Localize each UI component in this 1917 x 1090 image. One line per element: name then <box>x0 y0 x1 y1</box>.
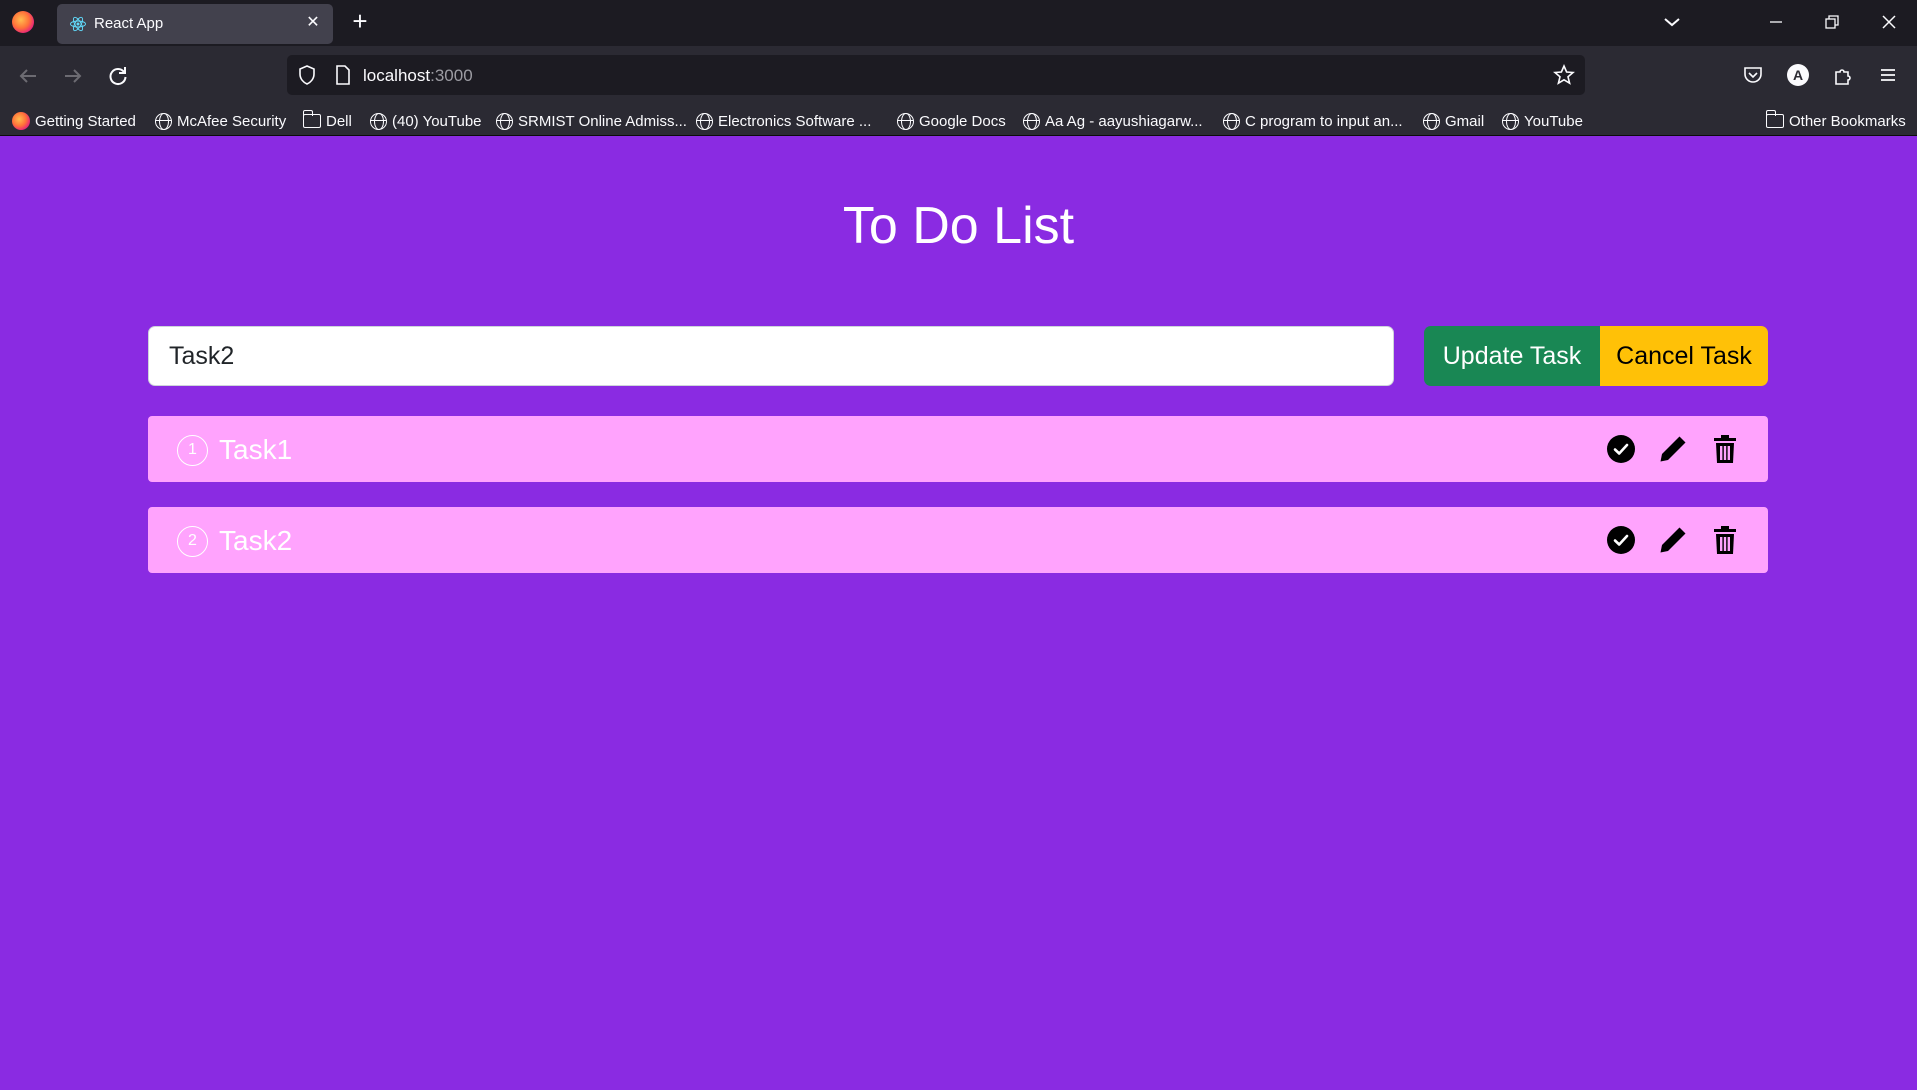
task-text: Task2 <box>219 525 293 556</box>
globe-icon <box>1423 112 1440 130</box>
bookmark-c-program[interactable]: C program to input an... <box>1223 110 1403 132</box>
pocket-icon[interactable] <box>1742 64 1764 86</box>
globe-icon <box>155 112 172 130</box>
cancel-task-button[interactable]: Cancel Task <box>1600 326 1768 386</box>
task-row: 2 Task2 <box>148 507 1768 573</box>
firefox-icon <box>12 112 30 130</box>
url-bar[interactable] <box>287 55 1585 95</box>
firefox-icon[interactable] <box>12 11 34 33</box>
bookmark-youtube[interactable]: YouTube <box>1502 110 1583 132</box>
bookmark-label: Getting Started <box>35 112 136 130</box>
reload-icon[interactable] <box>104 62 132 90</box>
bookmark-getting-started[interactable]: Getting Started <box>12 110 136 132</box>
globe-icon <box>696 112 713 130</box>
bookmark-dell[interactable]: Dell <box>302 110 352 132</box>
globe-icon <box>1223 112 1240 130</box>
bookmark-google-docs[interactable]: Google Docs <box>897 110 1006 132</box>
tab-strip: React App ✕ + <box>0 0 1917 46</box>
folder-icon <box>302 110 321 128</box>
task-number-badge: 2 <box>177 526 208 557</box>
bookmark-other-bookmarks[interactable]: Other Bookmarks <box>1765 110 1906 132</box>
page-icon[interactable] <box>332 64 354 86</box>
bookmark-label: Google Docs <box>919 112 1006 130</box>
folder-icon <box>1765 110 1784 128</box>
forward-icon[interactable] <box>59 62 87 90</box>
url-port: :3000 <box>430 66 473 85</box>
minimize-icon[interactable] <box>1762 8 1790 36</box>
account-avatar[interactable]: A <box>1787 64 1809 86</box>
globe-icon <box>1502 112 1519 130</box>
globe-icon <box>370 112 387 130</box>
task-input[interactable] <box>148 326 1394 386</box>
new-tab-icon[interactable]: + <box>348 8 372 34</box>
shield-icon[interactable] <box>296 64 318 86</box>
star-bookmark-icon[interactable] <box>1553 64 1575 86</box>
url-host: localhost <box>363 66 431 85</box>
restore-icon[interactable] <box>1818 8 1846 36</box>
bookmark-label: SRMIST Online Admiss... <box>518 112 687 130</box>
bookmark-label: Gmail <box>1445 112 1485 130</box>
trash-icon[interactable] <box>1710 434 1740 464</box>
page-title: To Do List <box>842 197 1075 255</box>
task-text: Task1 <box>219 434 293 465</box>
trash-icon[interactable] <box>1710 525 1740 555</box>
check-circle-icon[interactable] <box>1606 525 1636 555</box>
account-initial: A <box>1792 67 1804 83</box>
react-icon <box>70 16 86 32</box>
bookmark-mcafee-security[interactable]: McAfee Security <box>155 110 286 132</box>
bookmark-label: C program to input an... <box>1245 112 1403 130</box>
globe-icon <box>897 112 914 130</box>
tab-title: React App <box>94 15 164 32</box>
task-number-badge: 1 <box>177 435 208 466</box>
pencil-icon[interactable] <box>1658 525 1688 555</box>
bookmark-electronics-software[interactable]: Electronics Software ... <box>696 110 871 132</box>
close-window-icon[interactable] <box>1875 8 1903 36</box>
bookmark-label: Other Bookmarks <box>1789 112 1906 130</box>
list-all-tabs-icon[interactable] <box>1658 8 1686 36</box>
task-row: 1 Task1 <box>148 416 1768 482</box>
close-tab-icon[interactable]: ✕ <box>303 13 323 33</box>
bookmark-gmail[interactable]: Gmail <box>1423 110 1484 132</box>
hamburger-menu-icon[interactable] <box>1877 64 1899 86</box>
pencil-icon[interactable] <box>1658 434 1688 464</box>
bookmark-label: McAfee Security <box>177 112 287 130</box>
bookmark-srmist[interactable]: SRMIST Online Admiss... <box>496 110 687 132</box>
globe-icon <box>496 112 513 130</box>
bookmark-label: Dell <box>326 112 352 130</box>
check-circle-icon[interactable] <box>1606 434 1636 464</box>
url-text[interactable]: localhost:3000 <box>363 66 473 86</box>
globe-icon <box>1023 112 1040 130</box>
tab-react-app[interactable]: React App ✕ <box>57 4 333 44</box>
update-task-button[interactable]: Update Task <box>1424 326 1600 386</box>
bookmark-label: (40) YouTube <box>392 112 482 130</box>
bookmark-label: Aa Ag - aayushiagarw... <box>1045 112 1203 130</box>
extensions-icon[interactable] <box>1832 64 1854 86</box>
bookmark-label: Electronics Software ... <box>718 112 872 130</box>
bookmark-label: YouTube <box>1524 112 1583 130</box>
bookmark-aa-ag[interactable]: Aa Ag - aayushiagarw... <box>1023 110 1203 132</box>
bookmark-youtube-40[interactable]: (40) YouTube <box>370 110 482 132</box>
back-icon[interactable] <box>14 62 42 90</box>
